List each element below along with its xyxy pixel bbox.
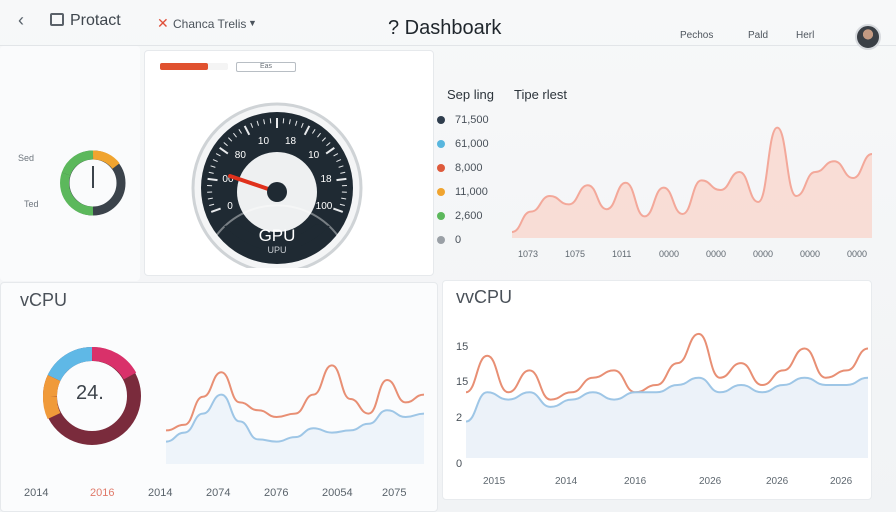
- y-tick-label: 2: [456, 412, 463, 424]
- back-arrow-icon[interactable]: ‹: [18, 10, 24, 31]
- legend-item: 0: [437, 234, 461, 246]
- donut-segment-pink: [91, 347, 137, 380]
- dashboard-screen: ‹ Protact ✕ Chanca Trelis ▼ ? Dashboark …: [0, 0, 896, 512]
- legend-dot: [437, 140, 445, 149]
- progress-fill: [160, 63, 208, 70]
- progress-bar: [160, 63, 228, 70]
- gauge-title: GPU: [259, 226, 296, 245]
- menu-item-pechos[interactable]: Pechos: [680, 30, 713, 41]
- gauge-tick-label: 10: [308, 150, 320, 161]
- legend-value: 2,600: [455, 210, 483, 222]
- gauge-tick-label: 100: [316, 201, 333, 212]
- x-tick-label: 0000: [753, 249, 774, 259]
- donut-segment-blue: [47, 346, 93, 382]
- gauge-tick-label: 80: [235, 150, 247, 161]
- legend-dot: [437, 116, 445, 125]
- legend-item: 71,500: [437, 114, 489, 126]
- donut-label-top: Sed: [18, 153, 35, 163]
- x-tick-label: 0000: [659, 249, 680, 259]
- vcpu-title: vCPU: [20, 290, 68, 310]
- x-tick-label: 2014: [24, 487, 49, 499]
- x-tick-label: 0000: [800, 249, 821, 259]
- x-tick-label: 2026: [699, 476, 722, 487]
- gpu-gauge: 0008010 181018100 GPU UPU: [191, 102, 363, 268]
- menu-item-herl[interactable]: Herl: [796, 30, 814, 41]
- x-tick-label: 2016: [90, 487, 115, 499]
- gauge-tick-label: 10: [258, 136, 270, 147]
- x-tick-label: 20054: [322, 487, 353, 499]
- series-area: [166, 394, 424, 464]
- legend-item: 11,000: [437, 186, 488, 198]
- x-tick-label: 2075: [382, 487, 407, 499]
- donut-label-bottom: Ted: [24, 199, 39, 209]
- donut-segment-orange: [92, 150, 120, 169]
- legend-item: 8,000: [437, 162, 483, 174]
- x-tick-label: 2026: [830, 476, 853, 487]
- x-tick-label: 2026: [766, 476, 789, 487]
- legend-dot: [437, 236, 445, 245]
- vvcpu-line-chart: [466, 332, 869, 458]
- gauge-subtitle: UPU: [267, 245, 286, 255]
- legend-heading-1: Sep ling: [447, 87, 494, 102]
- gauge-tick-label: 18: [285, 136, 297, 147]
- chevron-down-icon[interactable]: ▼: [248, 18, 257, 28]
- lock-icon: [50, 13, 64, 26]
- x-tick-label: 2014: [555, 476, 578, 487]
- page-title: ? Dashboark: [388, 17, 502, 39]
- x-tick-label: 2074: [206, 487, 231, 499]
- avatar[interactable]: [855, 24, 881, 50]
- legend-value: 8,000: [455, 162, 483, 174]
- legend-value: 0: [455, 234, 462, 246]
- filter-dropdown[interactable]: Chanca Trelis: [173, 17, 246, 31]
- legend-item: 61,000: [437, 138, 489, 150]
- legend-heading-2: Tipe rlest: [514, 87, 567, 102]
- x-tick-label: 1011: [612, 249, 632, 259]
- area-chart: [512, 126, 873, 238]
- legend-dot: [437, 164, 445, 173]
- vcpu-line-chart: [166, 364, 425, 464]
- x-tick-label: 2014: [148, 487, 173, 499]
- legend-dot: [437, 188, 445, 197]
- x-tick-label: 0000: [847, 249, 868, 259]
- x-tick-label: 2015: [483, 476, 506, 487]
- x-tick-label: 1075: [565, 249, 586, 259]
- app-title: Protact: [70, 12, 121, 29]
- mini-input-field[interactable]: Eas: [236, 62, 296, 72]
- y-tick-label: 0: [456, 458, 463, 470]
- legend-item: 2,600: [437, 210, 483, 222]
- area-series-fill: [512, 127, 872, 238]
- x-tick-label: 0000: [706, 249, 727, 259]
- legend-value: 61,000: [455, 138, 489, 150]
- donut-segment-orange: [42, 375, 61, 397]
- legend-value: 71,500: [455, 114, 489, 126]
- donut-center-value: 24.: [76, 382, 104, 404]
- gauge-tick-label: 18: [320, 174, 332, 185]
- legend-value: 11,000: [455, 186, 488, 198]
- donut-segment-green: [60, 172, 94, 216]
- small-donut-chart: [60, 150, 126, 216]
- gauge-tick-label: 0: [227, 201, 233, 212]
- vvcpu-title: vvCPU: [456, 287, 513, 307]
- x-tick-label: 2076: [264, 487, 289, 499]
- x-tick-label: 1073: [518, 249, 539, 259]
- x-tick-label: 2016: [624, 476, 647, 487]
- legend-dot: [437, 212, 445, 221]
- close-icon[interactable]: ✕: [157, 15, 169, 32]
- menu-item-pald[interactable]: Pald: [748, 30, 768, 41]
- top-bar: ‹ Protact ✕ Chanca Trelis ▼ ? Dashboark …: [0, 0, 896, 50]
